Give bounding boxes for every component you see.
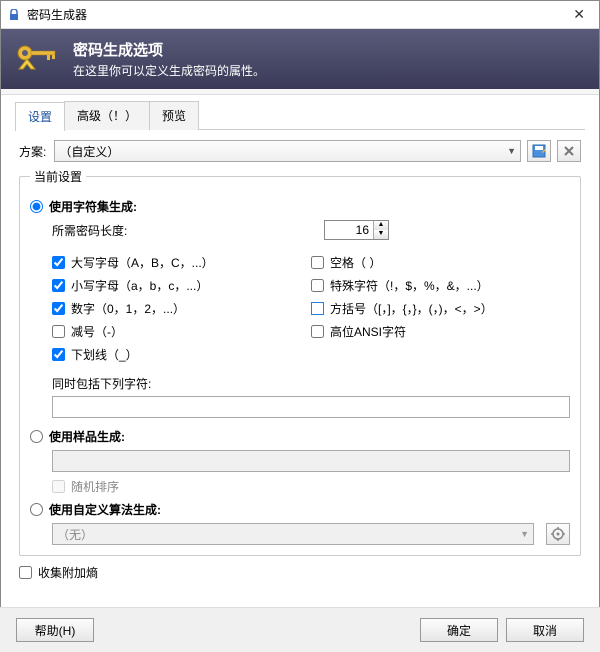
pattern-radio-label: 使用样品生成: (49, 428, 125, 445)
space-checkbox[interactable] (311, 256, 324, 269)
spinner-down-icon[interactable]: ▼ (374, 230, 388, 239)
banner: 密码生成选项 在这里你可以定义生成密码的属性。 (1, 29, 599, 89)
special-checkbox[interactable] (311, 279, 324, 292)
digits-checkbox[interactable] (52, 302, 65, 315)
length-spinner[interactable]: ▲ ▼ (324, 220, 389, 240)
custom-algo-select: （无） ▼ (52, 523, 534, 545)
gear-icon (551, 527, 565, 541)
tab-preview[interactable]: 预览 (149, 101, 199, 130)
titlebar: 密码生成器 ✕ (1, 1, 599, 29)
banner-subtext: 在这里你可以定义生成密码的属性。 (73, 62, 265, 79)
pattern-radio[interactable] (30, 430, 43, 443)
collect-entropy-checkbox[interactable] (19, 566, 32, 579)
footer: 帮助(H) 确定 取消 (0, 607, 600, 652)
tab-settings[interactable]: 设置 (15, 102, 65, 131)
delete-profile-button[interactable] (557, 140, 581, 162)
custom-algo-radio-label: 使用自定义算法生成: (49, 501, 161, 518)
charset-radio-label: 使用字符集生成: (49, 198, 137, 215)
profile-label: 方案: (19, 143, 46, 160)
uppercase-checkbox[interactable] (52, 256, 65, 269)
save-profile-button[interactable] (527, 140, 551, 162)
length-label: 所需密码长度: (52, 222, 292, 239)
also-include-input[interactable] (52, 396, 570, 418)
lock-icon (7, 8, 21, 22)
custom-algo-radio[interactable] (30, 503, 43, 516)
also-include-label: 同时包括下列字符: (52, 375, 570, 392)
help-button[interactable]: 帮助(H) (16, 618, 94, 642)
key-icon (13, 39, 63, 79)
spinner-up-icon[interactable]: ▲ (374, 221, 388, 230)
highansi-checkbox[interactable] (311, 325, 324, 338)
group-legend: 当前设置 (30, 168, 86, 185)
current-settings-group: 当前设置 使用字符集生成: 所需密码长度: ▲ ▼ 大写字母（A，B，C， (19, 168, 581, 556)
minus-checkbox[interactable] (52, 325, 65, 338)
lowercase-checkbox[interactable] (52, 279, 65, 292)
chevron-down-icon: ▼ (520, 529, 529, 539)
chevron-down-icon: ▼ (507, 146, 516, 156)
ok-button[interactable]: 确定 (420, 618, 498, 642)
banner-heading: 密码生成选项 (73, 39, 265, 60)
charset-radio[interactable] (30, 200, 43, 213)
custom-algo-settings-button[interactable] (546, 523, 570, 545)
brackets-checkbox[interactable] (311, 302, 330, 316)
collect-entropy-label: 收集附加熵 (38, 564, 98, 581)
cancel-button[interactable]: 取消 (506, 618, 584, 642)
pattern-random-checkbox (52, 480, 65, 493)
tab-bar: 设置 高级（！） 预览 (1, 95, 599, 130)
close-icon[interactable]: ✕ (565, 6, 593, 23)
underscore-checkbox[interactable] (52, 348, 65, 361)
tab-advanced[interactable]: 高级（！） (64, 101, 150, 130)
length-input[interactable] (325, 221, 373, 239)
profile-select[interactable]: （自定义） ▼ (54, 140, 521, 162)
pattern-input (52, 450, 570, 472)
window-title: 密码生成器 (27, 6, 565, 23)
